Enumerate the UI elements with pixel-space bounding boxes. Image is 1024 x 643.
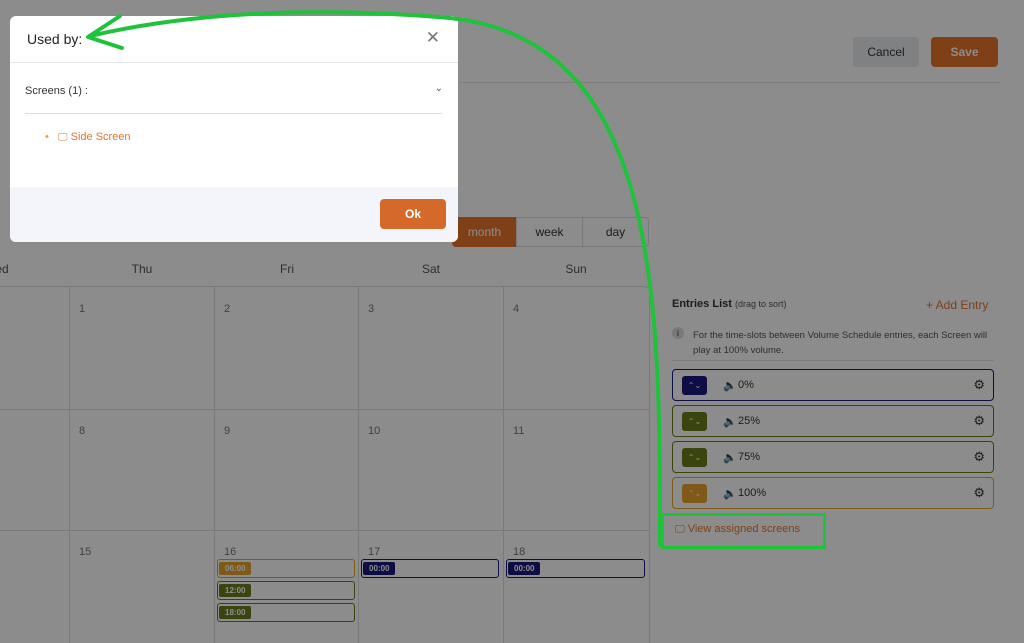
info-text: For the time-slots between Volume Schedu… xyxy=(693,330,988,357)
calendar-event[interactable]: 18:00 xyxy=(217,603,355,622)
day-number: 2 xyxy=(224,303,231,315)
dow-header: Sat xyxy=(421,262,440,276)
add-entry-button[interactable]: + Add Entry xyxy=(926,298,988,312)
volume-icon: 🔈 xyxy=(723,380,737,392)
dow-header: Fri xyxy=(280,262,294,276)
entry-row[interactable]: ⌃⌄ 🔈 25% ⚙ xyxy=(672,405,994,437)
gear-icon[interactable]: ⚙ xyxy=(973,485,985,501)
gear-icon[interactable]: ⚙ xyxy=(973,377,985,393)
volume-icon: 🔈 xyxy=(723,488,737,500)
volume-label: 0% xyxy=(738,379,754,391)
calendar-event[interactable]: 12:00 xyxy=(217,581,355,600)
drag-handle-icon[interactable]: ⌃⌄ xyxy=(682,448,707,467)
dow-header: Thu xyxy=(131,262,153,276)
screens-section-title[interactable]: Screens (1) : xyxy=(25,85,88,97)
gear-icon[interactable]: ⚙ xyxy=(973,413,985,429)
ok-button[interactable]: Ok xyxy=(380,199,446,229)
screen-icon: 🖵 xyxy=(57,132,68,143)
info-icon: i xyxy=(672,327,684,339)
day-number: 17 xyxy=(368,546,381,558)
day-number: 9 xyxy=(224,425,231,437)
cancel-button[interactable]: Cancel xyxy=(853,37,919,67)
volume-label: 75% xyxy=(738,451,761,463)
day-number: 15 xyxy=(79,546,92,558)
screen-list-item[interactable]: • 🖵 Side Screen xyxy=(45,131,131,143)
modal-title: Used by: xyxy=(27,31,83,47)
close-icon[interactable]: ✕ xyxy=(426,28,440,48)
event-time: 12:00 xyxy=(219,584,252,597)
top-divider xyxy=(460,82,1000,83)
volume-label: 25% xyxy=(738,415,761,427)
drag-handle-icon[interactable]: ⌃⌄ xyxy=(682,376,707,395)
divider xyxy=(25,113,442,114)
day-number: 1 xyxy=(79,303,86,315)
entry-row[interactable]: ⌃⌄ 🔈 75% ⚙ xyxy=(672,441,994,473)
calendar-grid: 1 2 3 4 8 9 10 11 15 16 17 18 06:00 12:0… xyxy=(0,286,650,643)
event-time: 06:00 xyxy=(219,562,252,575)
day-number: 10 xyxy=(368,425,381,437)
view-assigned-screens-link[interactable]: 🖵 View assigned screens xyxy=(675,523,800,535)
drag-handle-icon[interactable]: ⌃⌄ xyxy=(682,484,707,503)
event-time: 00:00 xyxy=(363,562,396,575)
chevron-down-icon[interactable]: ⌄ xyxy=(435,83,443,94)
entries-subtitle: (drag to sort) xyxy=(734,299,787,309)
calendar-event[interactable]: 06:00 xyxy=(217,559,355,578)
entry-row[interactable]: ⌃⌄ 🔈 0% ⚙ xyxy=(672,369,994,401)
volume-icon: 🔈 xyxy=(723,452,737,464)
divider xyxy=(672,360,994,361)
modal-footer: Ok xyxy=(10,187,458,242)
divider xyxy=(10,62,458,63)
save-button[interactable]: Save xyxy=(931,37,998,67)
view-week-button[interactable]: week xyxy=(516,217,583,247)
view-day-button[interactable]: day xyxy=(582,217,649,247)
volume-label: 100% xyxy=(738,487,767,499)
entries-title-text: Entries List xyxy=(672,298,732,310)
entries-title: Entries List (drag to sort) xyxy=(672,298,787,310)
day-number: 18 xyxy=(513,546,526,558)
drag-handle-icon[interactable]: ⌃⌄ xyxy=(682,412,707,431)
gear-icon[interactable]: ⚙ xyxy=(973,449,985,465)
screen-name: Side Screen xyxy=(70,131,131,143)
view-month-button[interactable]: month xyxy=(452,217,517,247)
volume-icon: 🔈 xyxy=(723,416,737,428)
dow-header: Sun xyxy=(565,262,587,276)
calendar-event[interactable]: 00:00 xyxy=(506,559,645,578)
day-number: 8 xyxy=(79,425,86,437)
dow-header: ed xyxy=(0,262,9,276)
entry-row[interactable]: ⌃⌄ 🔈 100% ⚙ xyxy=(672,477,994,509)
calendar-event[interactable]: 00:00 xyxy=(361,559,499,578)
day-number: 16 xyxy=(224,546,237,558)
bullet: • xyxy=(45,131,49,143)
day-number: 11 xyxy=(513,425,525,437)
day-number: 4 xyxy=(513,303,520,315)
day-number: 3 xyxy=(368,303,375,315)
event-time: 18:00 xyxy=(219,606,252,619)
screen-icon: 🖵 xyxy=(675,524,685,535)
view-assigned-label: View assigned screens xyxy=(687,523,801,535)
used-by-modal: Used by: ✕ Screens (1) : ⌄ • 🖵 Side Scre… xyxy=(10,16,458,242)
event-time: 00:00 xyxy=(508,562,541,575)
